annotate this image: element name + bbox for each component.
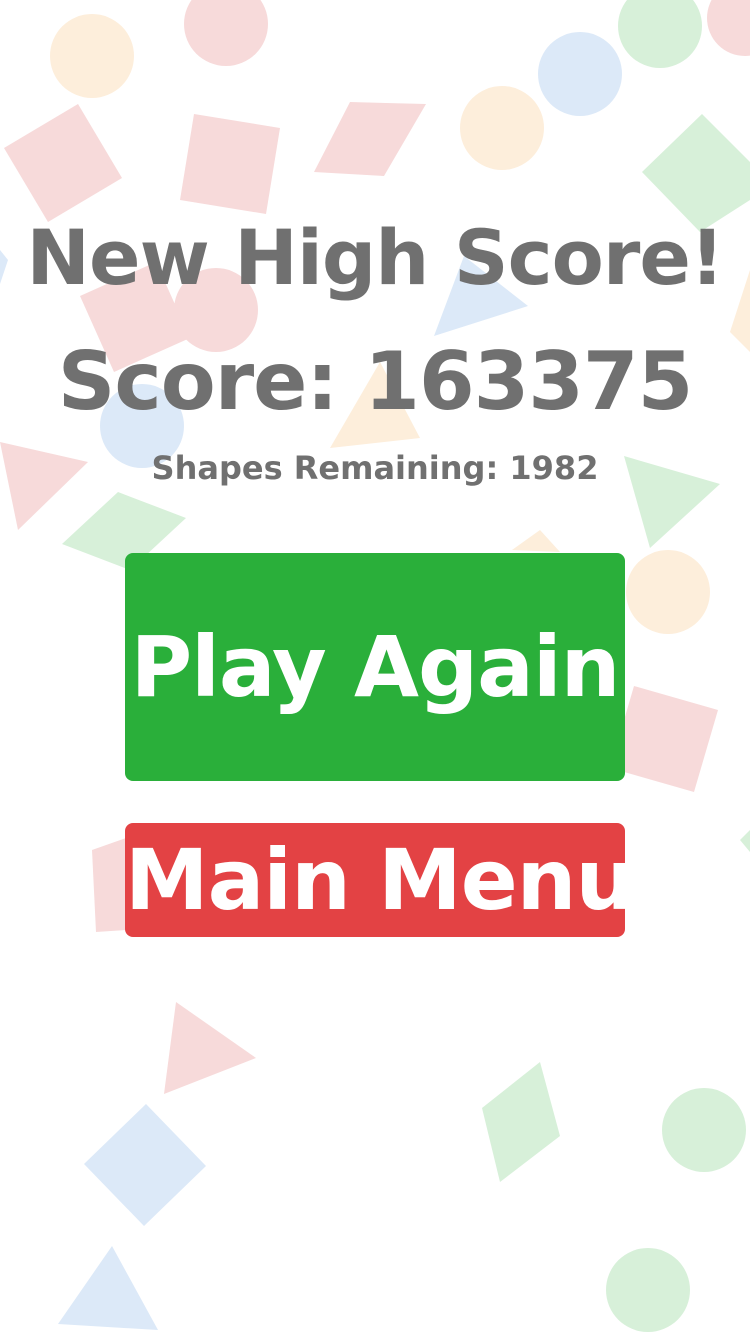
play-again-button[interactable]: Play Again [125, 553, 625, 781]
main-menu-button[interactable]: Main Menu [125, 823, 635, 937]
game-over-screen: New High Score! Score: 163375 Shapes Rem… [0, 0, 750, 1334]
high-score-title: New High Score! [26, 213, 724, 302]
shapes-remaining-label: Shapes Remaining: 1982 [151, 449, 599, 487]
score-display: Score: 163375 [57, 335, 694, 428]
